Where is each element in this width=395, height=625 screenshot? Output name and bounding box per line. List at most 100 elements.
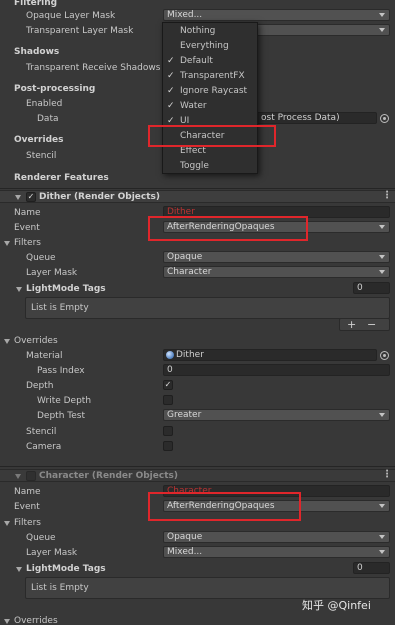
dither-material-field[interactable]: Dither — [163, 349, 377, 361]
foldout-arrow-icon[interactable] — [15, 474, 21, 479]
remove-button[interactable]: − — [367, 319, 376, 330]
character-event-value: AfterRenderingOpaques — [167, 501, 275, 511]
dither-lightmode-tags-count[interactable]: 0 — [353, 282, 390, 294]
filtering-label: Filtering — [14, 0, 58, 8]
divider — [0, 466, 395, 467]
character-header-title: Character (Render Objects) — [39, 471, 178, 481]
popup-item-ui[interactable]: ✓ UI — [163, 114, 257, 123]
chevron-down-icon — [379, 13, 385, 17]
dither-layer-mask-label: Layer Mask — [26, 268, 78, 278]
list-footer: + − — [339, 318, 390, 331]
add-button[interactable]: + — [347, 319, 356, 330]
character-event-dropdown[interactable]: AfterRenderingOpaques — [163, 500, 390, 512]
opaque-layer-mask-dropdown[interactable]: Mixed... — [163, 9, 390, 21]
watermark-text: 知乎 @Qinfei — [302, 599, 371, 612]
popup-item-character[interactable]: Character — [163, 129, 257, 144]
dither-event-label: Event — [14, 223, 40, 233]
list-empty-text: List is Empty — [31, 583, 89, 593]
character-overrides-label: Overrides — [14, 616, 58, 625]
transparent-receive-shadows-label: Transparent Receive Shadows — [26, 63, 161, 73]
foldout-arrow-icon[interactable] — [16, 567, 22, 572]
chevron-down-icon — [379, 255, 385, 259]
chevron-down-icon — [379, 504, 385, 508]
foldout-arrow-icon[interactable] — [16, 287, 22, 292]
check-icon: ✓ — [167, 71, 175, 81]
dither-stencil-checkbox[interactable] — [163, 426, 173, 436]
chevron-down-icon — [379, 535, 385, 539]
dither-enabled-checkbox[interactable]: ✓ — [26, 192, 36, 202]
popup-item-effect[interactable]: Effect — [163, 144, 257, 159]
dither-material-value: Dither — [176, 350, 204, 360]
material-sphere-icon — [166, 351, 174, 359]
dither-header[interactable]: ✓ Dither (Render Objects) ⋮ — [0, 190, 395, 203]
list-empty-text: List is Empty — [31, 303, 89, 313]
stencil-label: Stencil — [26, 151, 57, 161]
dither-queue-label: Queue — [26, 253, 56, 263]
check-icon: ✓ — [167, 116, 175, 123]
popup-item-transparentfx[interactable]: ✓ TransparentFX — [163, 69, 257, 84]
character-filters-label: Filters — [14, 518, 41, 528]
dither-material-label: Material — [26, 351, 63, 361]
dither-camera-label: Camera — [26, 442, 62, 452]
dither-queue-value: Opaque — [167, 252, 203, 262]
foldout-arrow-icon[interactable] — [4, 241, 10, 246]
foldout-arrow-icon[interactable] — [4, 339, 10, 344]
dither-depth-test-dropdown[interactable]: Greater — [163, 409, 390, 421]
dither-filters-label: Filters — [14, 238, 41, 248]
dither-depth-test-value: Greater — [167, 410, 202, 420]
chevron-down-icon — [379, 413, 385, 417]
dither-event-dropdown[interactable]: AfterRenderingOpaques — [163, 221, 390, 233]
foldout-arrow-icon[interactable] — [4, 521, 10, 526]
character-enabled-checkbox[interactable] — [26, 471, 36, 481]
check-icon: ✓ — [167, 56, 175, 66]
overrides-label: Overrides — [14, 135, 64, 145]
dither-overrides-label: Overrides — [14, 336, 58, 346]
enabled-label: Enabled — [26, 99, 63, 109]
foldout-arrow-icon[interactable] — [15, 195, 21, 200]
data-label: Data — [37, 114, 59, 124]
kebab-menu-icon[interactable]: ⋮ — [382, 470, 392, 480]
popup-item-ignore-raycast[interactable]: ✓ Ignore Raycast — [163, 84, 257, 99]
dither-header-title: Dither (Render Objects) — [39, 192, 161, 202]
character-header[interactable]: Character (Render Objects) ⋮ — [0, 469, 395, 482]
dither-name-field[interactable]: Dither — [163, 206, 390, 218]
popup-item-toggle[interactable]: Toggle — [163, 159, 257, 174]
character-layer-mask-dropdown[interactable]: Mixed... — [163, 546, 390, 558]
popup-item-everything[interactable]: Everything — [163, 39, 257, 54]
dither-pass-index-field[interactable]: 0 — [163, 364, 390, 376]
character-lightmode-tags-label: LightMode Tags — [26, 564, 106, 574]
character-lightmode-list: List is Empty — [25, 577, 390, 599]
dither-name-label: Name — [14, 208, 41, 218]
dither-stencil-label: Stencil — [26, 427, 57, 437]
character-lightmode-tags-count[interactable]: 0 — [353, 562, 390, 574]
divider — [0, 188, 395, 189]
dither-write-depth-label: Write Depth — [37, 396, 92, 406]
character-queue-dropdown[interactable]: Opaque — [163, 531, 390, 543]
dither-lightmode-list: List is Empty — [25, 297, 390, 319]
dither-layer-mask-dropdown[interactable]: Character — [163, 266, 390, 278]
popup-item-default[interactable]: ✓ Default — [163, 54, 257, 69]
layer-mask-popup: Nothing Everything ✓ Default ✓ Transpare… — [162, 22, 258, 174]
dither-write-depth-checkbox[interactable] — [163, 395, 173, 405]
chevron-down-icon — [379, 550, 385, 554]
check-icon: ✓ — [167, 101, 175, 111]
popup-item-nothing[interactable]: Nothing — [163, 24, 257, 39]
dither-depth-test-label: Depth Test — [37, 411, 85, 421]
dither-camera-checkbox[interactable] — [163, 441, 173, 451]
post-processing-label: Post-processing — [14, 84, 96, 94]
character-queue-value: Opaque — [167, 532, 203, 542]
chevron-down-icon — [379, 28, 385, 32]
dither-queue-dropdown[interactable]: Opaque — [163, 251, 390, 263]
opaque-layer-mask-value: Mixed... — [167, 10, 203, 20]
object-picker-icon[interactable] — [380, 114, 389, 123]
popup-item-water[interactable]: ✓ Water — [163, 99, 257, 114]
character-name-field[interactable]: Character — [163, 485, 390, 497]
object-picker-icon[interactable] — [380, 351, 389, 360]
chevron-down-icon — [379, 270, 385, 274]
opaque-layer-mask-label: Opaque Layer Mask — [26, 11, 116, 21]
kebab-menu-icon[interactable]: ⋮ — [382, 191, 392, 201]
check-icon: ✓ — [167, 86, 175, 96]
dither-layer-mask-value: Character — [167, 267, 212, 277]
foldout-arrow-icon[interactable] — [4, 619, 10, 624]
dither-depth-checkbox[interactable]: ✓ — [163, 380, 173, 390]
